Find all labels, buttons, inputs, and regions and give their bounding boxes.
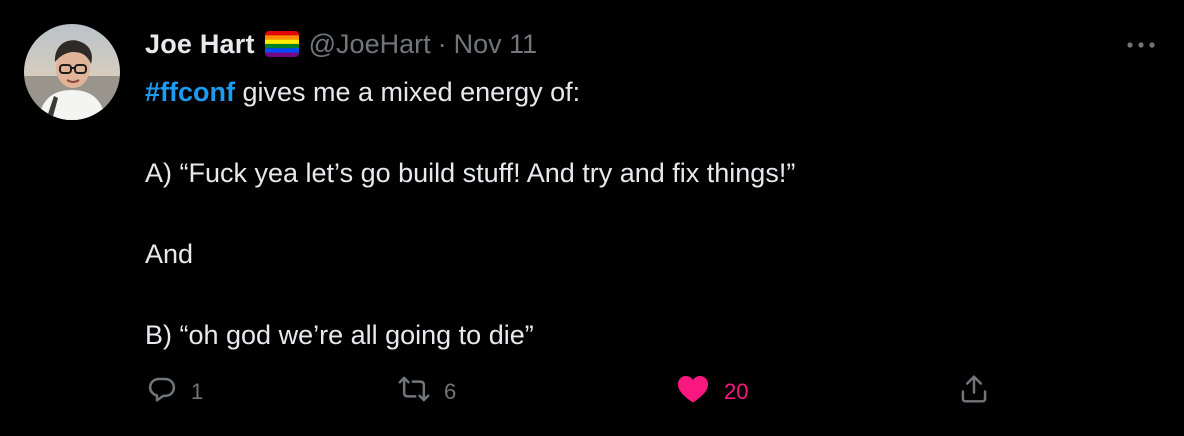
like-count: 20 bbox=[724, 379, 749, 404]
retweet-icon bbox=[398, 374, 430, 410]
share-icon bbox=[959, 373, 989, 411]
retweet-count: 6 bbox=[444, 379, 457, 404]
tweet[interactable]: Joe Hart @JoeHart · Nov 11 #ffconf gives… bbox=[0, 0, 1184, 436]
author-name[interactable]: Joe Hart bbox=[145, 29, 255, 60]
tweet-header: Joe Hart @JoeHart · Nov 11 bbox=[145, 26, 537, 62]
reply-icon bbox=[147, 374, 177, 410]
author-handle[interactable]: @JoeHart bbox=[309, 29, 431, 60]
hashtag-link[interactable]: #ffconf bbox=[145, 77, 235, 107]
reply-button[interactable]: 1 bbox=[147, 372, 203, 412]
tweet-body: #ffconf gives me a mixed energy of: A) “… bbox=[145, 72, 1125, 355]
heart-icon bbox=[676, 374, 710, 410]
tweet-line-and: And bbox=[145, 239, 194, 269]
tweet-actions: 1 6 20 bbox=[145, 372, 1005, 412]
tweet-line-a: A) “Fuck yea let’s go build stuff! And t… bbox=[145, 158, 796, 188]
retweet-button[interactable]: 6 bbox=[398, 372, 456, 412]
tweet-line-intro: #ffconf gives me a mixed energy of: bbox=[145, 72, 1125, 112]
more-options-icon[interactable] bbox=[1124, 30, 1158, 60]
share-button[interactable] bbox=[959, 372, 989, 412]
like-button[interactable]: 20 bbox=[676, 372, 748, 412]
tweet-line-b: B) “oh god we’re all going to die” bbox=[145, 320, 534, 350]
rainbow-flag-icon bbox=[264, 31, 299, 57]
intro-text: gives me a mixed energy of: bbox=[235, 77, 581, 107]
tweet-date[interactable]: Nov 11 bbox=[454, 29, 538, 60]
header-separator: · bbox=[437, 28, 447, 59]
avatar[interactable] bbox=[24, 24, 120, 120]
reply-count: 1 bbox=[191, 379, 204, 404]
